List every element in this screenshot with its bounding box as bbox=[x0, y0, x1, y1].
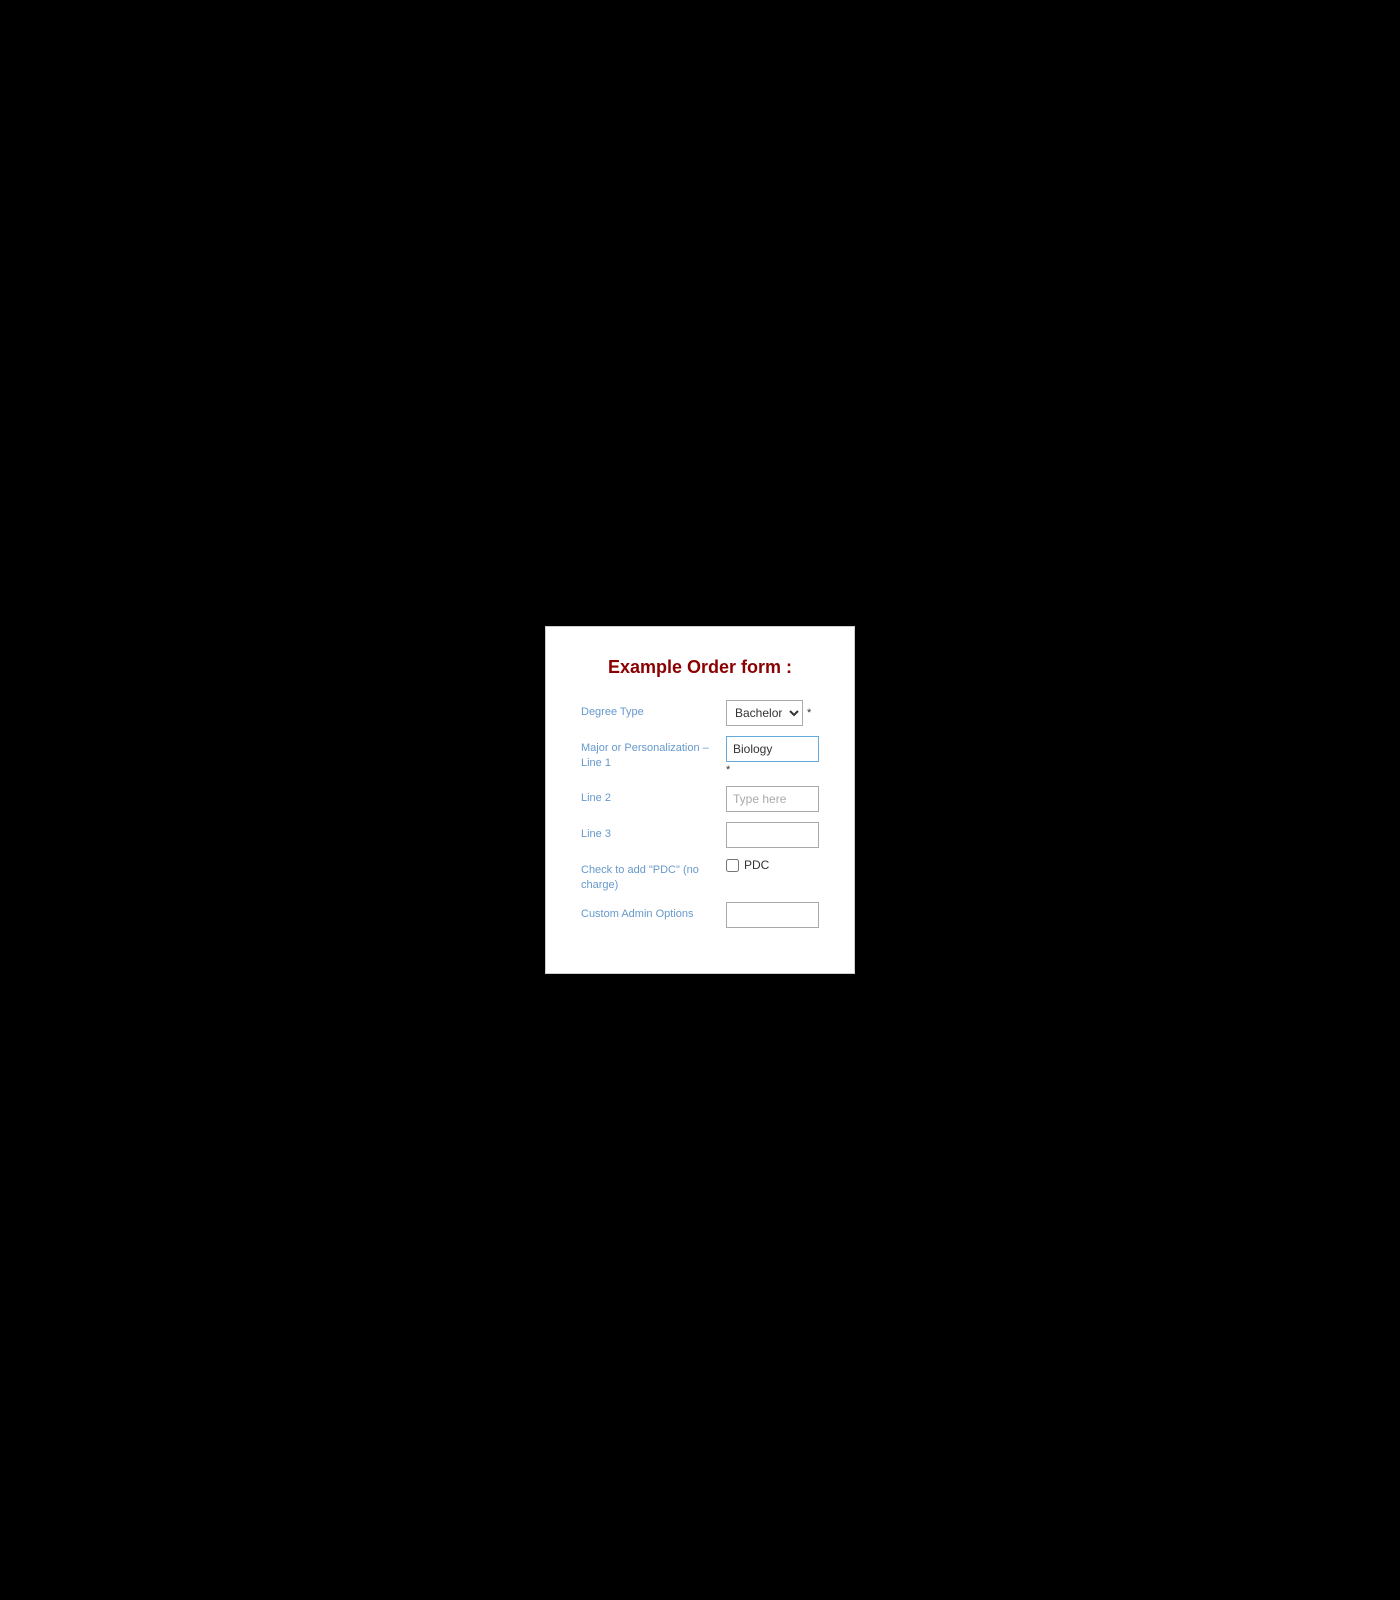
major-line1-field: * bbox=[726, 736, 819, 776]
custom-admin-label: Custom Admin Options bbox=[581, 902, 726, 921]
degree-type-required: * bbox=[807, 707, 811, 719]
line3-field bbox=[726, 822, 819, 848]
major-line1-input[interactable] bbox=[726, 736, 819, 762]
custom-admin-field bbox=[726, 902, 819, 928]
pdc-checkbox-label: PDC bbox=[744, 858, 769, 872]
pdc-label: Check to add "PDC" (no charge) bbox=[581, 858, 726, 892]
custom-admin-input[interactable] bbox=[726, 902, 819, 928]
line2-field bbox=[726, 786, 819, 812]
order-form: Example Order form : Degree Type Bachelo… bbox=[545, 626, 855, 974]
degree-type-select[interactable]: Bachelor of Science Master of Science Ba… bbox=[726, 700, 803, 726]
degree-type-row: Degree Type Bachelor of Science Master o… bbox=[581, 700, 819, 726]
pdc-field: PDC bbox=[726, 858, 819, 872]
pdc-row: Check to add "PDC" (no charge) PDC bbox=[581, 858, 819, 892]
pdc-checkbox[interactable] bbox=[726, 859, 739, 872]
major-line1-row: Major or Personalization – Line 1 * bbox=[581, 736, 819, 776]
major-line1-label: Major or Personalization – Line 1 bbox=[581, 736, 726, 770]
line3-label: Line 3 bbox=[581, 822, 726, 841]
degree-type-label: Degree Type bbox=[581, 700, 726, 719]
degree-type-field: Bachelor of Science Master of Science Ba… bbox=[726, 700, 819, 726]
form-title: Example Order form : bbox=[581, 657, 819, 678]
line3-row: Line 3 bbox=[581, 822, 819, 848]
line2-label: Line 2 bbox=[581, 786, 726, 805]
major-required-star: * bbox=[726, 764, 819, 776]
degree-type-select-wrapper: Bachelor of Science Master of Science Ba… bbox=[726, 700, 819, 726]
line3-input[interactable] bbox=[726, 822, 819, 848]
custom-admin-row: Custom Admin Options bbox=[581, 902, 819, 928]
line2-input[interactable] bbox=[726, 786, 819, 812]
line2-row: Line 2 bbox=[581, 786, 819, 812]
